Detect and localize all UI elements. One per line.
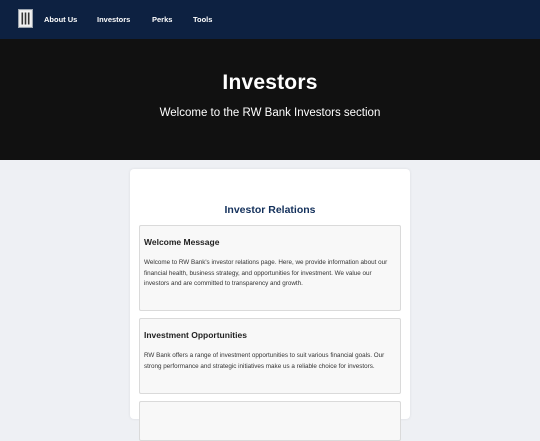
welcome-message-section: Welcome Message Welcome to RW Bank's inv… [139,225,401,311]
investment-opportunities-heading: Investment Opportunities [144,330,247,340]
bank-building-icon[interactable] [18,9,33,28]
nav-investors-link[interactable]: Investors [97,0,130,39]
hero-subtitle: Welcome to the RW Bank Investors section [159,107,381,119]
investment-opportunities-section: Investment Opportunities RW Bank offers … [139,318,401,394]
welcome-message-body: Welcome to RW Bank's investor relations … [144,259,388,287]
welcome-message-heading: Welcome Message [144,237,220,247]
section-title: Investor Relations [224,204,316,216]
top-navbar: About Us Investors Perks Tools [0,0,540,39]
hero-banner: Investors Welcome to the RW Bank Investo… [0,39,540,160]
hero-title: Investors [222,71,318,94]
investor-relations-card: Investor Relations Welcome Message Welco… [130,169,410,441]
nav-perks-link[interactable]: Perks [152,0,172,39]
nav-about-us-link[interactable]: About Us [44,0,77,39]
next-section-partial [139,401,401,441]
investment-opportunities-body: RW Bank offers a range of investment opp… [144,352,385,370]
nav-tools-link[interactable]: Tools [193,0,212,39]
